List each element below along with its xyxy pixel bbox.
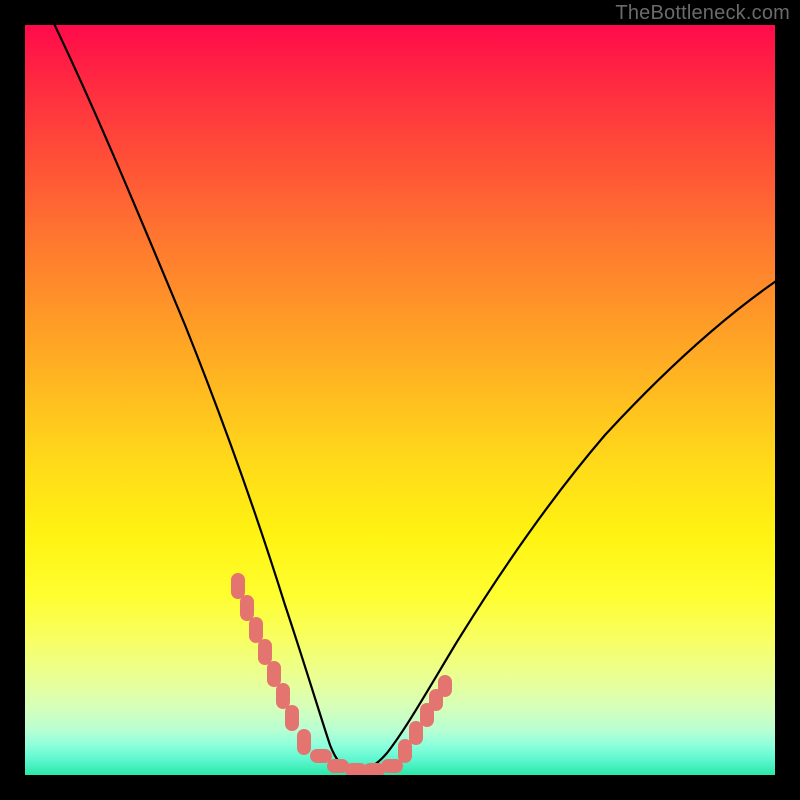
gradient-background [25, 25, 775, 775]
watermark-label: TheBottleneck.com [615, 2, 790, 25]
plot-area [25, 25, 775, 775]
chart-frame: TheBottleneck.com [0, 0, 800, 800]
